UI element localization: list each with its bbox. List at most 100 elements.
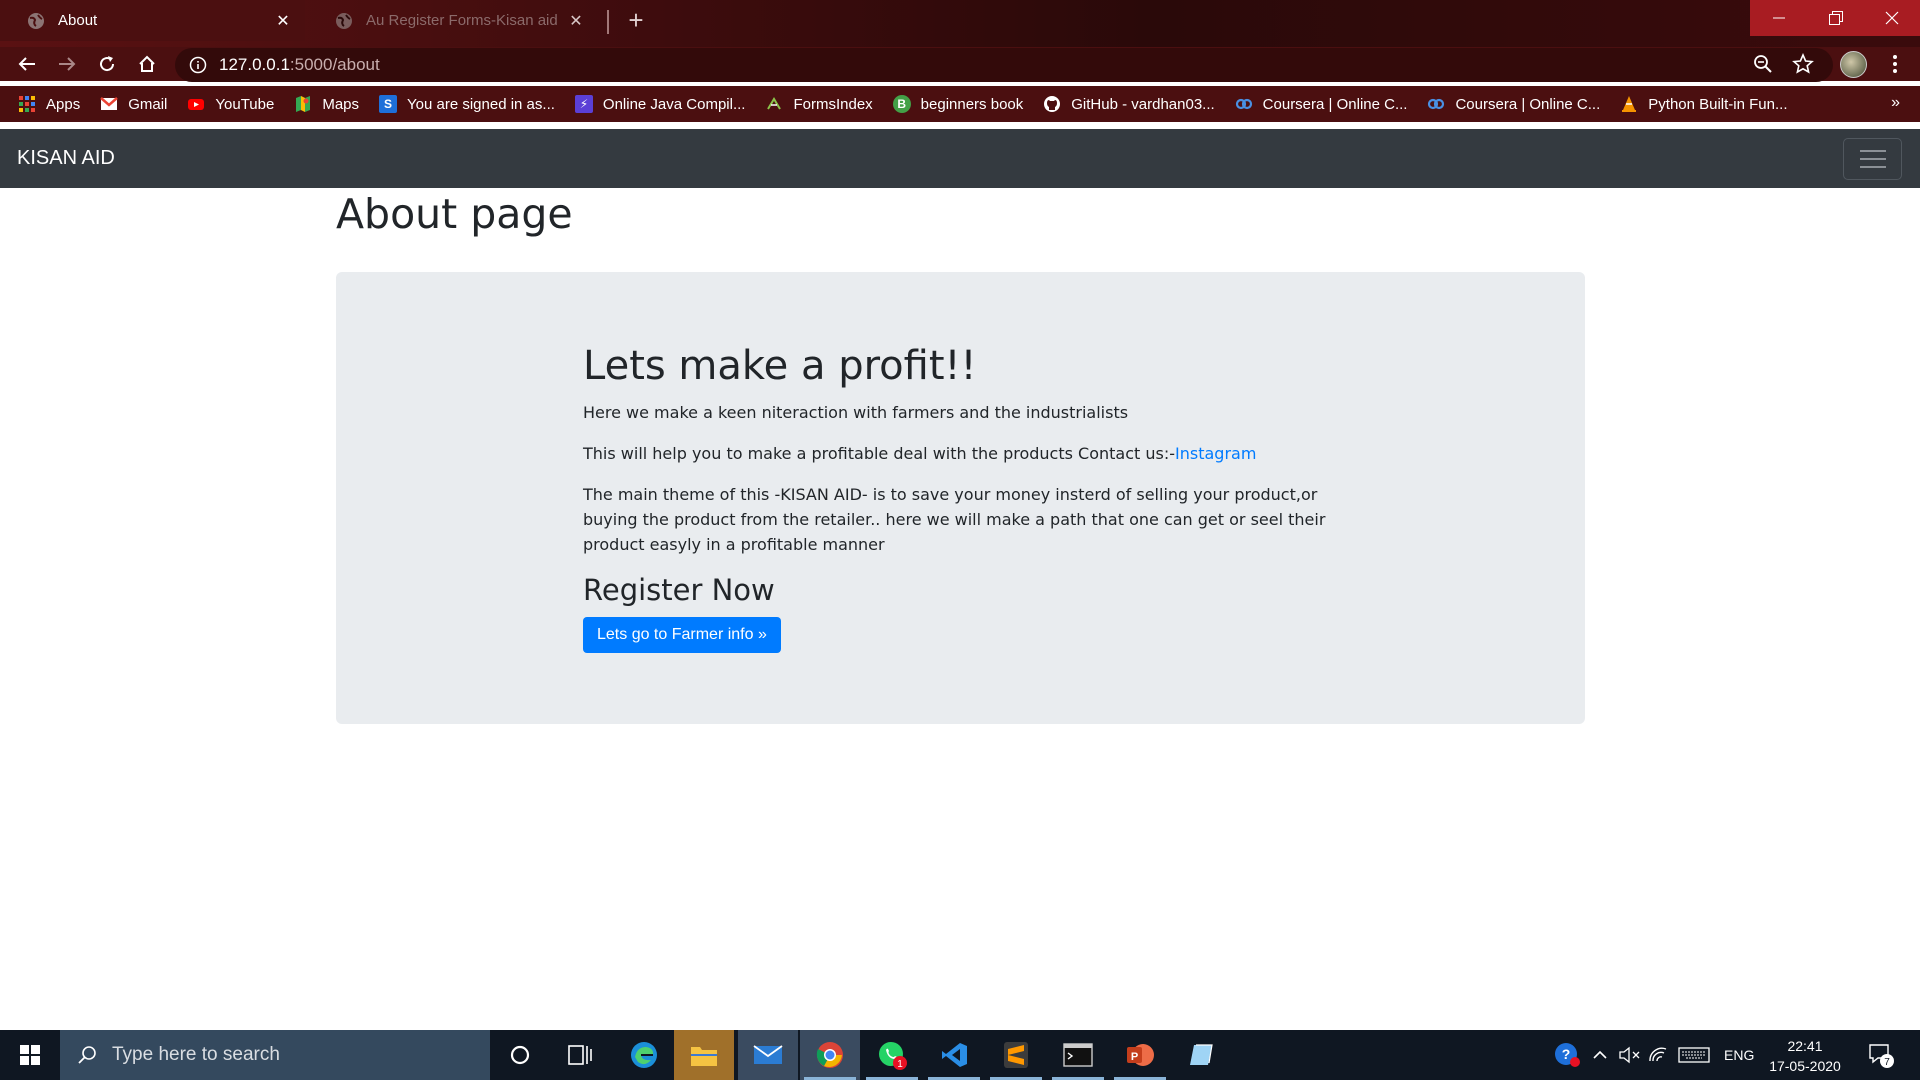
bookmark-coursera-1[interactable]: Coursera | Online C... <box>1235 95 1407 113</box>
url-host: 127.0.0.1 <box>219 55 290 74</box>
navbar-brand[interactable]: KISAN AID <box>17 147 115 170</box>
bookmark-youtube[interactable]: YouTube <box>187 95 274 113</box>
taskbar-whatsapp[interactable]: 1 <box>862 1030 922 1080</box>
close-window-button[interactable] <box>1864 0 1920 36</box>
contact-text: This will help you to make a profitable … <box>583 444 1176 463</box>
help-icon[interactable]: ? <box>1552 1040 1582 1070</box>
chevron-up-icon[interactable] <box>1590 1045 1610 1065</box>
bookmark-label: YouTube <box>215 95 275 113</box>
clock-time: 22:41 <box>1787 1038 1823 1054</box>
github-icon <box>1044 96 1061 112</box>
bookmark-label: Coursera | Online C... <box>1455 95 1601 113</box>
farmer-info-button[interactable]: Lets go to Farmer info » <box>583 616 781 653</box>
bookmark-signed-in[interactable]: S You are signed in as... <box>379 95 555 113</box>
more-bookmarks-button[interactable]: » <box>1891 94 1900 112</box>
folder-icon <box>691 1047 717 1066</box>
windows-taskbar: Type here to search 1 P ? ENG 22:41 17-0… <box>0 1030 1920 1080</box>
speaker-muted-icon[interactable] <box>1618 1045 1642 1065</box>
instagram-link[interactable]: Instagram <box>1175 444 1256 463</box>
taskbar-chrome[interactable] <box>800 1030 860 1080</box>
hamburger-icon-bar <box>1859 158 1886 160</box>
wifi-icon[interactable] <box>1648 1045 1670 1065</box>
star-icon[interactable] <box>1792 53 1814 75</box>
powerpoint-icon: P <box>1127 1044 1154 1066</box>
bookmark-coursera-2[interactable]: Coursera | Online C... <box>1427 95 1600 113</box>
bookmark-java-compiler[interactable]: ⚡ Online Java Compil... <box>574 95 745 113</box>
maps-icon <box>296 96 311 112</box>
tab-title: About <box>58 12 98 29</box>
task-view-button[interactable] <box>550 1030 610 1080</box>
svg-text:P: P <box>1131 1051 1138 1063</box>
url-text: 127.0.0.1:5000/about <box>219 55 380 75</box>
kebab-menu-icon <box>1893 55 1897 73</box>
bookmark-label: Maps <box>322 95 360 113</box>
vscode-icon <box>942 1043 967 1067</box>
register-heading: Register Now <box>583 573 775 607</box>
taskbar-notes-app[interactable] <box>1172 1030 1232 1080</box>
bookmark-label: You are signed in as... <box>407 95 555 113</box>
cortana-button[interactable] <box>490 1030 550 1080</box>
home-icon <box>139 55 155 72</box>
taskbar-clock[interactable]: 22:41 17-05-2020 <box>1760 1036 1850 1076</box>
language-indicator[interactable]: ENG <box>1724 1047 1754 1063</box>
search-icon <box>78 1046 96 1064</box>
taskbar-edge[interactable] <box>614 1030 674 1080</box>
mail-icon <box>753 1045 783 1064</box>
gmail-icon <box>100 97 119 110</box>
globe-icon <box>336 12 352 29</box>
bookmark-gmail[interactable]: Gmail <box>100 95 167 113</box>
minimize-button[interactable] <box>1750 0 1807 36</box>
taskbar-file-explorer[interactable] <box>674 1030 734 1080</box>
bookmark-python-builtin[interactable]: Python Built-in Fun... <box>1620 95 1788 113</box>
page-title: About page <box>336 190 573 238</box>
navbar-toggler-button[interactable] <box>1843 138 1902 180</box>
system-tray: ? ENG <box>1552 1030 1754 1080</box>
taskbar-vscode[interactable] <box>924 1030 984 1080</box>
zoom-icon[interactable] <box>1752 53 1774 75</box>
bolt-icon: ⚡ <box>574 95 593 113</box>
site-navbar: KISAN AID <box>0 129 1920 188</box>
home-button[interactable] <box>134 51 160 77</box>
close-icon[interactable]: ✕ <box>566 11 586 31</box>
bookmark-maps[interactable]: Maps <box>294 95 359 113</box>
chrome-icon <box>816 1042 843 1068</box>
address-bar[interactable]: 127.0.0.1:5000/about <box>175 48 1833 82</box>
taskbar-powerpoint[interactable]: P <box>1110 1030 1170 1080</box>
close-icon[interactable]: ✕ <box>273 11 293 31</box>
bookmark-github[interactable]: GitHub - vardhan03... <box>1043 95 1215 113</box>
menu-button[interactable] <box>1882 51 1908 77</box>
bookmark-apps[interactable]: Apps <box>18 95 80 113</box>
windows-logo-icon <box>20 1045 40 1065</box>
hamburger-icon-bar <box>1859 166 1886 168</box>
start-button[interactable] <box>0 1030 60 1080</box>
tab-about[interactable]: About ✕ <box>0 0 305 41</box>
back-button[interactable] <box>14 51 40 77</box>
bookmark-formsindex[interactable]: FormsIndex <box>765 95 873 113</box>
arrow-right-icon <box>59 57 76 71</box>
tab-title: Au Register Forms-Kisan aid <box>366 12 558 29</box>
taskbar-search-box[interactable]: Type here to search <box>60 1030 490 1080</box>
reload-button[interactable] <box>94 51 120 77</box>
forward-button[interactable] <box>54 51 80 77</box>
globe-icon <box>28 12 44 29</box>
taskbar-sublime[interactable] <box>986 1030 1046 1080</box>
contact-paragraph: This will help you to make a profitable … <box>583 441 1343 466</box>
bookmark-beginners-book[interactable]: B beginners book <box>892 95 1023 113</box>
search-placeholder: Type here to search <box>112 1044 280 1065</box>
whatsapp-icon: 1 <box>879 1042 907 1070</box>
browser-toolbar: 127.0.0.1:5000/about <box>0 47 1920 82</box>
keyboard-icon[interactable] <box>1678 1045 1710 1065</box>
restore-button[interactable] <box>1807 0 1864 36</box>
restore-icon <box>1828 11 1843 25</box>
profile-avatar[interactable] <box>1840 51 1867 78</box>
action-center-button[interactable]: 7 <box>1866 1030 1896 1080</box>
task-view-icon <box>568 1045 592 1065</box>
arrow-left-icon <box>18 57 35 71</box>
taskbar-terminal[interactable] <box>1048 1030 1108 1080</box>
taskbar-mail[interactable] <box>738 1030 798 1080</box>
bookmarks-bar: Apps Gmail YouTube Maps S You are signed… <box>0 86 1920 122</box>
reload-icon <box>100 56 115 72</box>
new-tab-button[interactable]: + <box>622 7 650 35</box>
bookmark-label: Gmail <box>128 95 168 113</box>
tab-register-forms[interactable]: Au Register Forms-Kisan aid ✕ <box>308 0 598 41</box>
